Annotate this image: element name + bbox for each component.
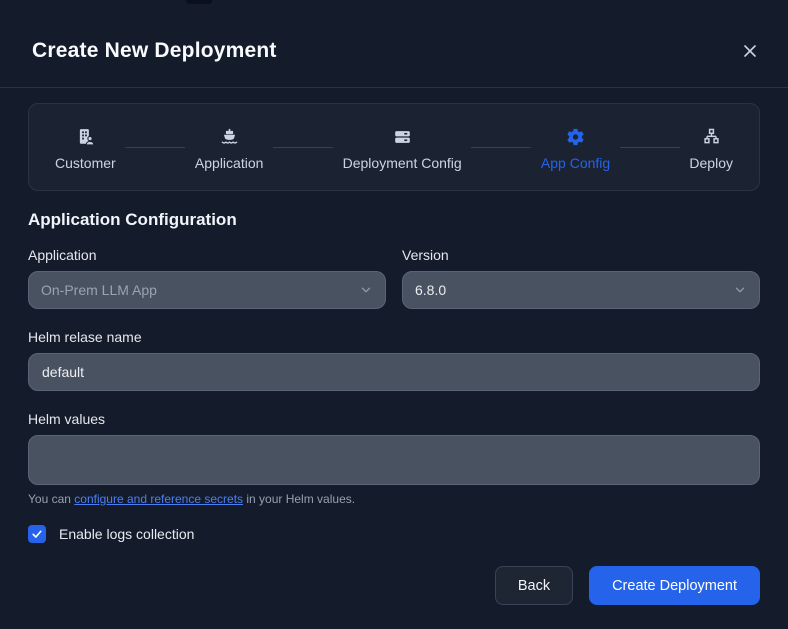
- modal-body: Customer Application Deployment Config A…: [0, 88, 788, 605]
- step-label: Application: [194, 154, 264, 171]
- step-label: App Config: [540, 154, 611, 171]
- step-deployment-config[interactable]: Deployment Config: [343, 104, 462, 190]
- create-deployment-button[interactable]: Create Deployment: [589, 566, 760, 605]
- step-application[interactable]: Application: [194, 104, 264, 190]
- step-label: Deploy: [689, 154, 733, 171]
- logs-checkbox-label: Enable logs collection: [59, 526, 195, 542]
- version-select-value: 6.8.0: [415, 282, 447, 298]
- close-button[interactable]: [736, 37, 764, 65]
- stepper: Customer Application Deployment Config A…: [28, 103, 760, 191]
- modal-title: Create New Deployment: [32, 38, 277, 62]
- building-user-icon: [76, 128, 95, 146]
- step-connector: [273, 147, 334, 148]
- step-customer[interactable]: Customer: [55, 104, 116, 190]
- helm-values-textarea[interactable]: [28, 435, 760, 485]
- background-page-artifact: [186, 0, 212, 4]
- helm-values-label: Helm values: [28, 411, 106, 427]
- secrets-link[interactable]: configure and reference secrets: [74, 492, 243, 506]
- chevron-down-icon: [359, 283, 373, 297]
- application-select[interactable]: On-Prem LLM App: [28, 271, 386, 309]
- server-icon: [393, 128, 412, 146]
- close-icon: [742, 43, 758, 59]
- helm-values-field-group: Helm values You can configure and refere…: [28, 411, 760, 506]
- ship-icon: [220, 128, 239, 146]
- step-label: Deployment Config: [342, 154, 462, 171]
- step-app-config[interactable]: App Config: [541, 104, 610, 190]
- step-connector: [125, 147, 186, 148]
- gear-icon: [566, 128, 585, 146]
- back-button[interactable]: Back: [494, 566, 574, 605]
- logs-checkbox-row[interactable]: Enable logs collection: [28, 525, 760, 543]
- application-select-value: On-Prem LLM App: [41, 282, 157, 298]
- modal-footer: Back Create Deployment: [28, 566, 760, 605]
- helper-suffix: in your Helm values.: [243, 492, 356, 506]
- version-label: Version: [402, 247, 449, 263]
- modal-header: Create New Deployment: [0, 0, 788, 88]
- chevron-down-icon: [733, 283, 747, 297]
- step-deploy[interactable]: Deploy: [689, 104, 733, 190]
- helper-prefix: You can: [28, 492, 75, 506]
- sitemap-icon: [702, 128, 721, 146]
- version-field-group: Version 6.8.0: [402, 247, 760, 309]
- logs-checkbox[interactable]: [28, 525, 46, 543]
- helm-release-label: Helm relase name: [28, 329, 142, 345]
- section-title: Application Configuration: [28, 210, 237, 229]
- step-connector: [471, 147, 532, 148]
- application-field-group: Application On-Prem LLM App: [28, 247, 386, 309]
- check-icon: [31, 528, 43, 540]
- helm-release-field-group: Helm relase name: [28, 329, 760, 391]
- step-label: Customer: [55, 154, 116, 171]
- step-connector: [619, 147, 680, 148]
- version-select[interactable]: 6.8.0: [402, 271, 760, 309]
- helm-values-helper: You can configure and reference secrets …: [28, 492, 760, 506]
- helm-release-input[interactable]: [28, 353, 760, 391]
- application-label: Application: [28, 247, 97, 263]
